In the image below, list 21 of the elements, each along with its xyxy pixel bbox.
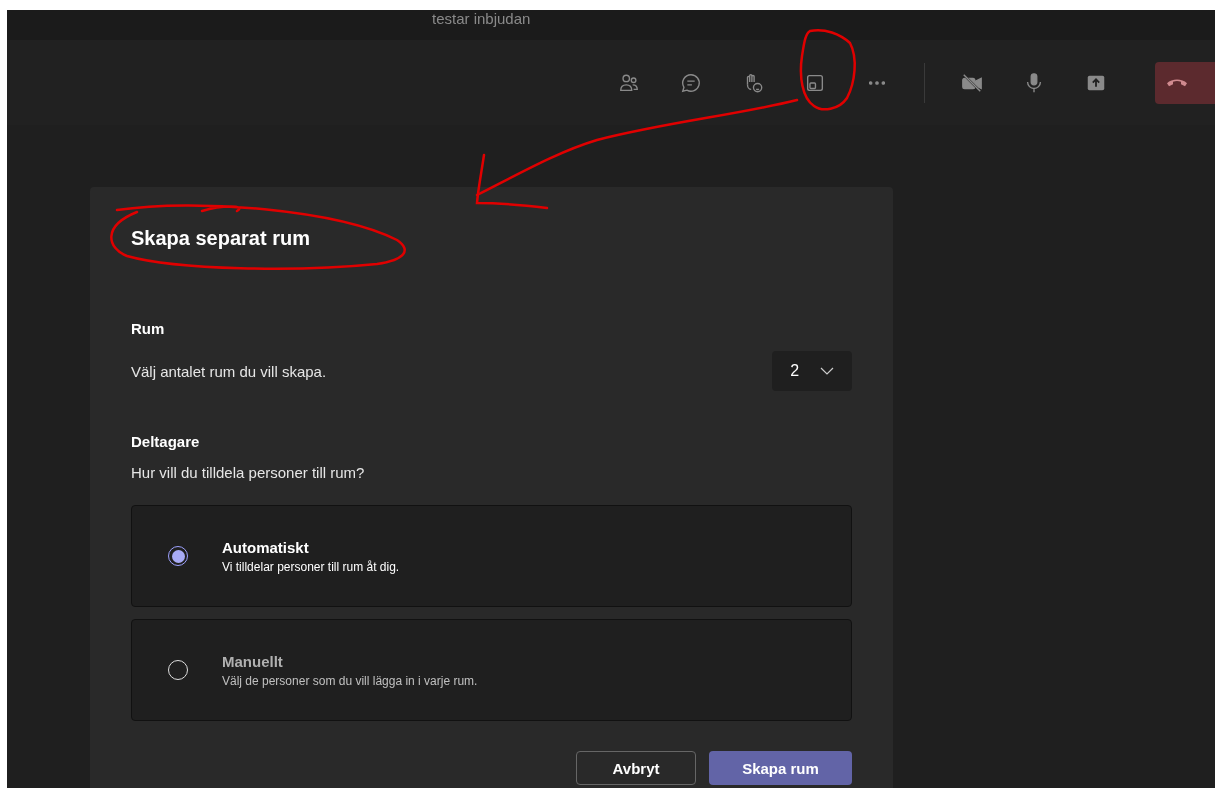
option-description: Välj de personer som du vill lägga in i varje rum. — [222, 673, 478, 688]
camera-off-icon — [961, 71, 983, 94]
leave-button[interactable] — [1155, 61, 1215, 104]
create-button[interactable]: Skapa rum — [709, 751, 852, 785]
section-heading: Deltagare — [131, 433, 201, 450]
window-title: testar inbjudan — [432, 10, 531, 27]
chat-icon — [680, 71, 702, 94]
option-description: Vi tilldelar personer till rum åt dig. — [222, 559, 400, 574]
cancel-button[interactable]: Avbryt — [576, 751, 696, 785]
more-icon — [869, 80, 885, 85]
option-card[interactable]: Manuellt Välj de personer som du vill lägga in i varje rum. — [131, 619, 852, 721]
option-title: Automatiskt — [222, 538, 310, 556]
chevron-down-icon — [819, 367, 834, 375]
dialog-title: Skapa separat rum — [131, 227, 311, 250]
room-count-label: Välj antalet rum du vill skapa. — [131, 362, 327, 380]
option-card[interactable]: Automatiskt Vi tilldelar personer till rum åt dig. — [131, 505, 852, 607]
option-title: Manuellt — [222, 652, 284, 670]
assignment-question: Hur vill du tilldela personer till rum? — [131, 464, 366, 481]
phone-icon — [1167, 78, 1187, 87]
section-heading: Rum — [131, 320, 166, 337]
room-count-dropdown[interactable]: 2 — [772, 351, 852, 391]
